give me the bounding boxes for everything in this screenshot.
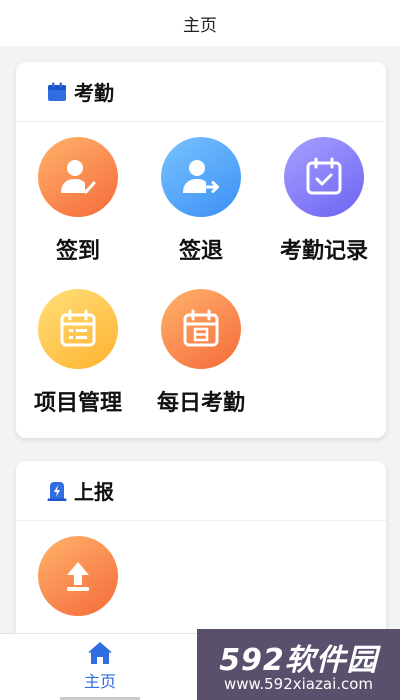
user-check-icon	[38, 137, 118, 217]
daily-attendance-button[interactable]: 每日考勤	[139, 289, 263, 417]
calendar-icon	[48, 82, 66, 101]
report-icon	[47, 481, 67, 501]
upload-icon	[38, 536, 118, 616]
checkin-button[interactable]: 签到	[16, 137, 140, 265]
watermark-overlay: 592软件园 www.592xiazai.com	[197, 629, 400, 700]
attendance-records-button[interactable]: 考勤记录	[262, 137, 386, 265]
page-title: 主页	[183, 15, 217, 36]
tab-home[interactable]: 主页	[60, 640, 140, 692]
project-management-button[interactable]: 项目管理	[16, 289, 140, 417]
report-section-title: 上报	[74, 480, 114, 504]
watermark-url: www.592xiazai.com	[223, 675, 374, 693]
project-management-label: 项目管理	[33, 391, 122, 416]
user-signout-icon	[161, 137, 241, 217]
report-card-header: 上报	[16, 461, 386, 521]
checkin-label: 签到	[55, 239, 100, 264]
attendance-section-title: 考勤	[74, 81, 114, 105]
calendar-check-icon	[284, 137, 364, 217]
watermark-brand: 592软件园	[219, 643, 378, 678]
attendance-records-label: 考勤记录	[279, 239, 368, 264]
home-icon	[88, 642, 112, 664]
daily-attendance-label: 每日考勤	[156, 391, 245, 416]
attendance-card-header: 考勤	[16, 62, 386, 122]
tab-home-label: 主页	[83, 672, 116, 691]
calendar-list-icon	[38, 289, 118, 369]
upload-report-button[interactable]	[16, 536, 140, 616]
nav-bar: 主页	[0, 0, 400, 46]
calendar-day-icon	[161, 289, 241, 369]
checkout-button[interactable]: 签退	[139, 137, 263, 265]
checkout-label: 签退	[178, 239, 223, 264]
attendance-card: 考勤 签到 签退 考勤记录 项目管理 每日考勤	[16, 62, 386, 438]
